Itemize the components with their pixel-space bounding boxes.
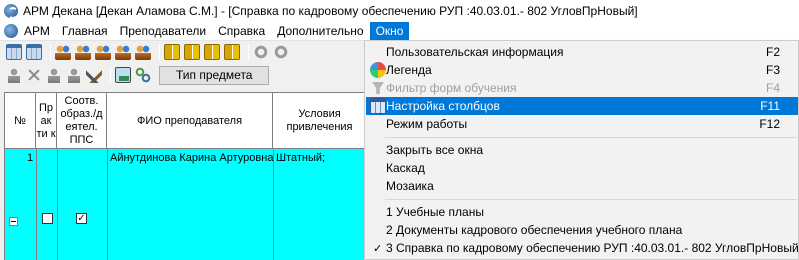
grid-line	[57, 149, 58, 260]
toolbar-separator	[110, 67, 111, 83]
table-icon[interactable]	[26, 44, 42, 60]
menu-item-window-1[interactable]: 1 Учебные планы	[366, 203, 798, 221]
teacher-name-cell[interactable]: Айнутдинова Карина Артуровна	[110, 152, 273, 164]
collapse-toggle[interactable]	[9, 217, 18, 226]
menu-item-shortcut: F2	[765, 45, 780, 59]
menu-item-column-settings[interactable]: Настройка столбцов F11	[366, 97, 798, 115]
menu-separator	[385, 199, 797, 200]
menu-item-shortcut: F12	[759, 117, 780, 131]
conditions-cell[interactable]: Штатный;	[276, 152, 325, 164]
row-number: 1	[27, 152, 34, 164]
menu-item-label: Настройка столбцов	[386, 99, 500, 113]
menu-main[interactable]: Главная	[56, 22, 114, 41]
menu-window[interactable]: Окно	[369, 21, 410, 41]
toolbar-separator	[248, 44, 249, 60]
menu-bar: АРМ Главная Преподаватели Справка Дополн…	[0, 21, 799, 41]
app-logo-icon	[4, 4, 18, 19]
person-card-icon[interactable]	[135, 44, 151, 60]
teachers-grid: № Пр ак ти к Соотв. образ./д еятел. ППС …	[4, 92, 366, 260]
menu-item-cascade[interactable]: Каскад	[366, 159, 798, 177]
system-menu-icon[interactable]	[4, 24, 18, 38]
menu-item-window-2[interactable]: 2 Документы кадрового обеспечения учебно…	[366, 221, 798, 239]
menu-item-shortcut: F11	[760, 99, 780, 113]
grid-line	[36, 149, 37, 260]
menu-reference[interactable]: Справка	[212, 22, 271, 41]
header-num[interactable]: №	[5, 93, 36, 149]
books-icon[interactable]	[184, 44, 200, 60]
menu-item-label: Мозаика	[386, 179, 434, 193]
menu-item-label: 1 Учебные планы	[386, 205, 484, 219]
staff-icon[interactable]	[115, 44, 131, 60]
settings-icon[interactable]	[273, 44, 289, 60]
menu-item-label: Каскад	[386, 161, 425, 175]
grid-toolbar: Тип предмета	[0, 63, 365, 87]
tools-icon[interactable]	[86, 67, 102, 83]
edit-person-icon[interactable]	[46, 67, 62, 83]
menu-item-shortcut: F4	[765, 81, 780, 95]
book-icon[interactable]	[164, 44, 180, 60]
group-icon[interactable]	[95, 44, 111, 60]
add-person-icon[interactable]	[6, 67, 22, 83]
subject-type-button[interactable]: Тип предмета	[159, 65, 270, 85]
header-practice[interactable]: Пр ак ти к	[36, 93, 57, 149]
header-conditions[interactable]: Условия привлечения	[273, 93, 366, 149]
header-teacher-name[interactable]: ФИО преподавателя	[107, 93, 273, 149]
menu-item-label: 2 Документы кадрового обеспечения учебно…	[386, 223, 683, 237]
delete-icon[interactable]	[26, 67, 42, 83]
menu-teachers[interactable]: Преподаватели	[114, 22, 213, 41]
correspondence-checkbox[interactable]: ✓	[76, 213, 87, 224]
menu-separator	[385, 137, 797, 138]
menu-item-label: Закрыть все окна	[386, 143, 484, 157]
main-toolbar	[0, 41, 365, 63]
menu-item-study-form-filter: Фильтр форм обучения F4	[366, 79, 798, 97]
teachers-icon[interactable]	[55, 44, 71, 60]
legend-icon	[370, 62, 386, 78]
grid-line	[273, 149, 274, 260]
menu-item-legend[interactable]: Легенда F3	[366, 61, 798, 79]
toolbar-separator	[159, 44, 160, 60]
title-bar: АРМ Декана [Декан Аламова С.М.] - [Справ…	[0, 0, 799, 22]
menu-item-label: Режим работы	[386, 117, 468, 131]
menu-additional[interactable]: Дополнительно	[271, 22, 369, 41]
grid-line	[107, 149, 108, 260]
menu-item-shortcut: F3	[765, 63, 780, 77]
grid-header: № Пр ак ти к Соотв. образ./д еятел. ППС …	[5, 92, 366, 149]
menu-item-label: Фильтр форм обучения	[386, 81, 517, 95]
menu-item-window-3[interactable]: ✓ 3 Справка по кадровому обеспечению РУП…	[366, 239, 799, 257]
link-icon[interactable]	[135, 67, 151, 83]
picture-icon[interactable]	[115, 67, 131, 83]
grid-icon[interactable]	[6, 44, 22, 60]
print-icon[interactable]	[66, 67, 82, 83]
columns-icon	[370, 98, 386, 114]
menu-item-tile[interactable]: Мозаика	[366, 177, 798, 195]
folder-icon[interactable]	[224, 44, 240, 60]
menu-item-close-all[interactable]: Закрыть все окна	[366, 141, 798, 159]
window-title: АРМ Декана [Декан Аламова С.М.] - [Справ…	[23, 4, 638, 18]
toolbar-separator	[50, 44, 51, 60]
menu-item-user-info[interactable]: Пользовательская информация F2	[366, 43, 798, 61]
filter-icon	[372, 82, 384, 94]
students-icon[interactable]	[75, 44, 91, 60]
menu-arm[interactable]: АРМ	[18, 22, 56, 41]
check-icon: ✓	[373, 242, 383, 255]
header-correspondence[interactable]: Соотв. образ./д еятел. ППС	[57, 93, 107, 149]
menu-item-label: Пользовательская информация	[386, 45, 564, 59]
practice-checkbox[interactable]	[42, 213, 53, 224]
gear-icon[interactable]	[253, 44, 269, 60]
menu-item-label: Легенда	[386, 63, 432, 77]
menu-item-work-mode[interactable]: Режим работы F12	[366, 115, 798, 133]
document-icon[interactable]	[204, 44, 220, 60]
window-dropdown-menu: Пользовательская информация F2 Легенда F…	[364, 40, 799, 260]
menu-item-label: 3 Справка по кадровому обеспечению РУП :…	[386, 241, 799, 255]
